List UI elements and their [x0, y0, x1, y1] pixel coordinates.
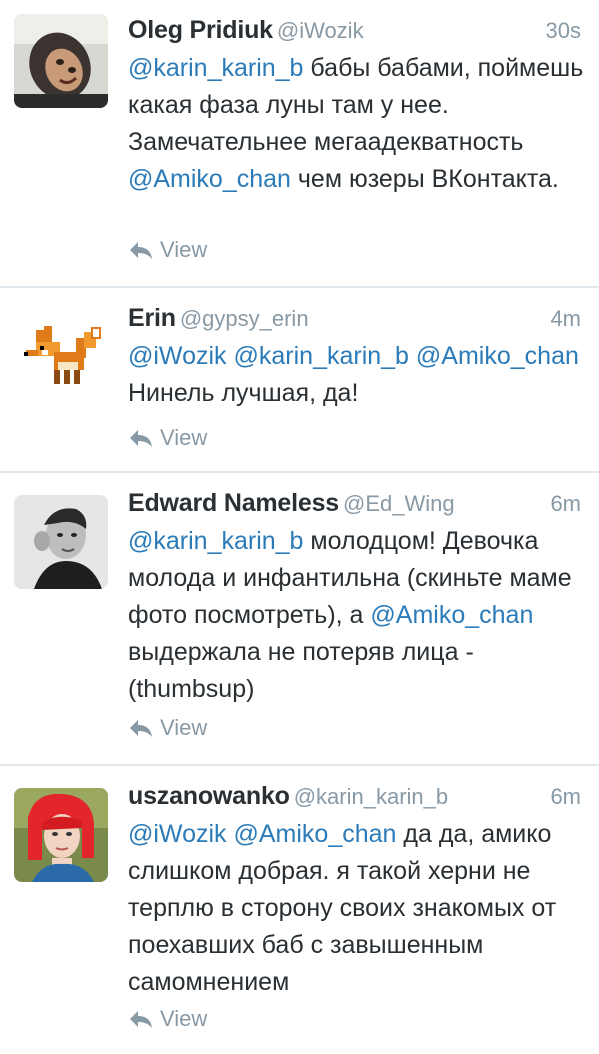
- text-segment: Нинель лучшая, да!: [128, 379, 359, 407]
- tweet-header: Edward Nameless @Ed_Wing 6m: [128, 489, 581, 521]
- mention-link[interactable]: @karin_karin_b: [128, 527, 303, 555]
- mention-link[interactable]: @iWozik: [128, 820, 227, 848]
- tweet-header: Erin @gypsy_erin 4m: [128, 304, 581, 336]
- tweet[interactable]: Erin @gypsy_erin 4m @iWozik @karin_karin_…: [0, 288, 599, 471]
- user-name[interactable]: Edward Nameless: [128, 489, 339, 517]
- mention-link[interactable]: @iWozik: [128, 342, 227, 370]
- avatar[interactable]: [14, 495, 108, 589]
- view-button[interactable]: View: [128, 1004, 207, 1034]
- tweet[interactable]: Oleg Pridiuk @iWozik 30s @karin_karin_b б…: [0, 0, 599, 286]
- tweet-text: @iWozik @karin_karin_b @Amiko_chan Нинел…: [128, 338, 585, 412]
- user-handle[interactable]: @Ed_Wing: [343, 491, 455, 516]
- tweet-header: Oleg Pridiuk @iWozik 30s: [128, 16, 581, 48]
- mention-link[interactable]: @Amiko_chan: [416, 342, 579, 370]
- tweet-text: @karin_karin_b бабы бабами, поймешь кака…: [128, 50, 585, 198]
- text-segment: чем юзеры ВКонтакта.: [290, 165, 559, 193]
- user-name[interactable]: Erin: [128, 304, 176, 332]
- user-handle[interactable]: @iWozik: [277, 18, 364, 43]
- text-segment: [227, 820, 234, 848]
- avatar[interactable]: [14, 788, 108, 882]
- reply-icon: [128, 239, 154, 261]
- tweet-header: uszanowanko @karin_karin_b 6m: [128, 782, 581, 814]
- view-label: View: [160, 715, 208, 740]
- user-handle[interactable]: @karin_karin_b: [294, 784, 448, 809]
- mention-link[interactable]: @karin_karin_b: [234, 342, 409, 370]
- tweet-text: @iWozik @Amiko_chan да да, амико слишком…: [128, 816, 585, 1001]
- mention-link[interactable]: @karin_karin_b: [128, 54, 303, 82]
- tweet[interactable]: Edward Nameless @Ed_Wing 6m @karin_karin_…: [0, 473, 599, 764]
- timeline: Oleg Pridiuk @iWozik 30s @karin_karin_b б…: [0, 0, 599, 1054]
- text-segment: [227, 342, 234, 370]
- view-label: View: [160, 237, 208, 262]
- view-button[interactable]: View: [128, 423, 207, 453]
- text-segment: [409, 342, 416, 370]
- timestamp[interactable]: 4m: [550, 306, 581, 332]
- reply-icon: [128, 427, 154, 449]
- view-label: View: [160, 425, 208, 450]
- text-segment: выдержала не потеряв лица - (thumbsup): [128, 638, 474, 703]
- timestamp[interactable]: 6m: [550, 491, 581, 517]
- tweet-text: @karin_karin_b молодцом! Девочка молода …: [128, 523, 585, 708]
- view-label: View: [160, 1006, 208, 1031]
- avatar[interactable]: [14, 302, 108, 396]
- mention-link[interactable]: @Amiko_chan: [234, 820, 397, 848]
- view-button[interactable]: View: [128, 235, 207, 265]
- mention-link[interactable]: @Amiko_chan: [128, 165, 291, 193]
- reply-icon: [128, 1008, 154, 1030]
- timestamp[interactable]: 30s: [546, 18, 581, 44]
- user-name[interactable]: uszanowanko: [128, 782, 290, 810]
- user-handle[interactable]: @gypsy_erin: [180, 306, 309, 331]
- user-name[interactable]: Oleg Pridiuk: [128, 16, 273, 44]
- timestamp[interactable]: 6m: [550, 784, 581, 810]
- view-button[interactable]: View: [128, 713, 207, 743]
- tweet[interactable]: uszanowanko @karin_karin_b 6m @iWozik @Am…: [0, 766, 599, 1054]
- avatar[interactable]: [14, 14, 108, 108]
- reply-icon: [128, 717, 154, 739]
- mention-link[interactable]: @Amiko_chan: [370, 601, 533, 629]
